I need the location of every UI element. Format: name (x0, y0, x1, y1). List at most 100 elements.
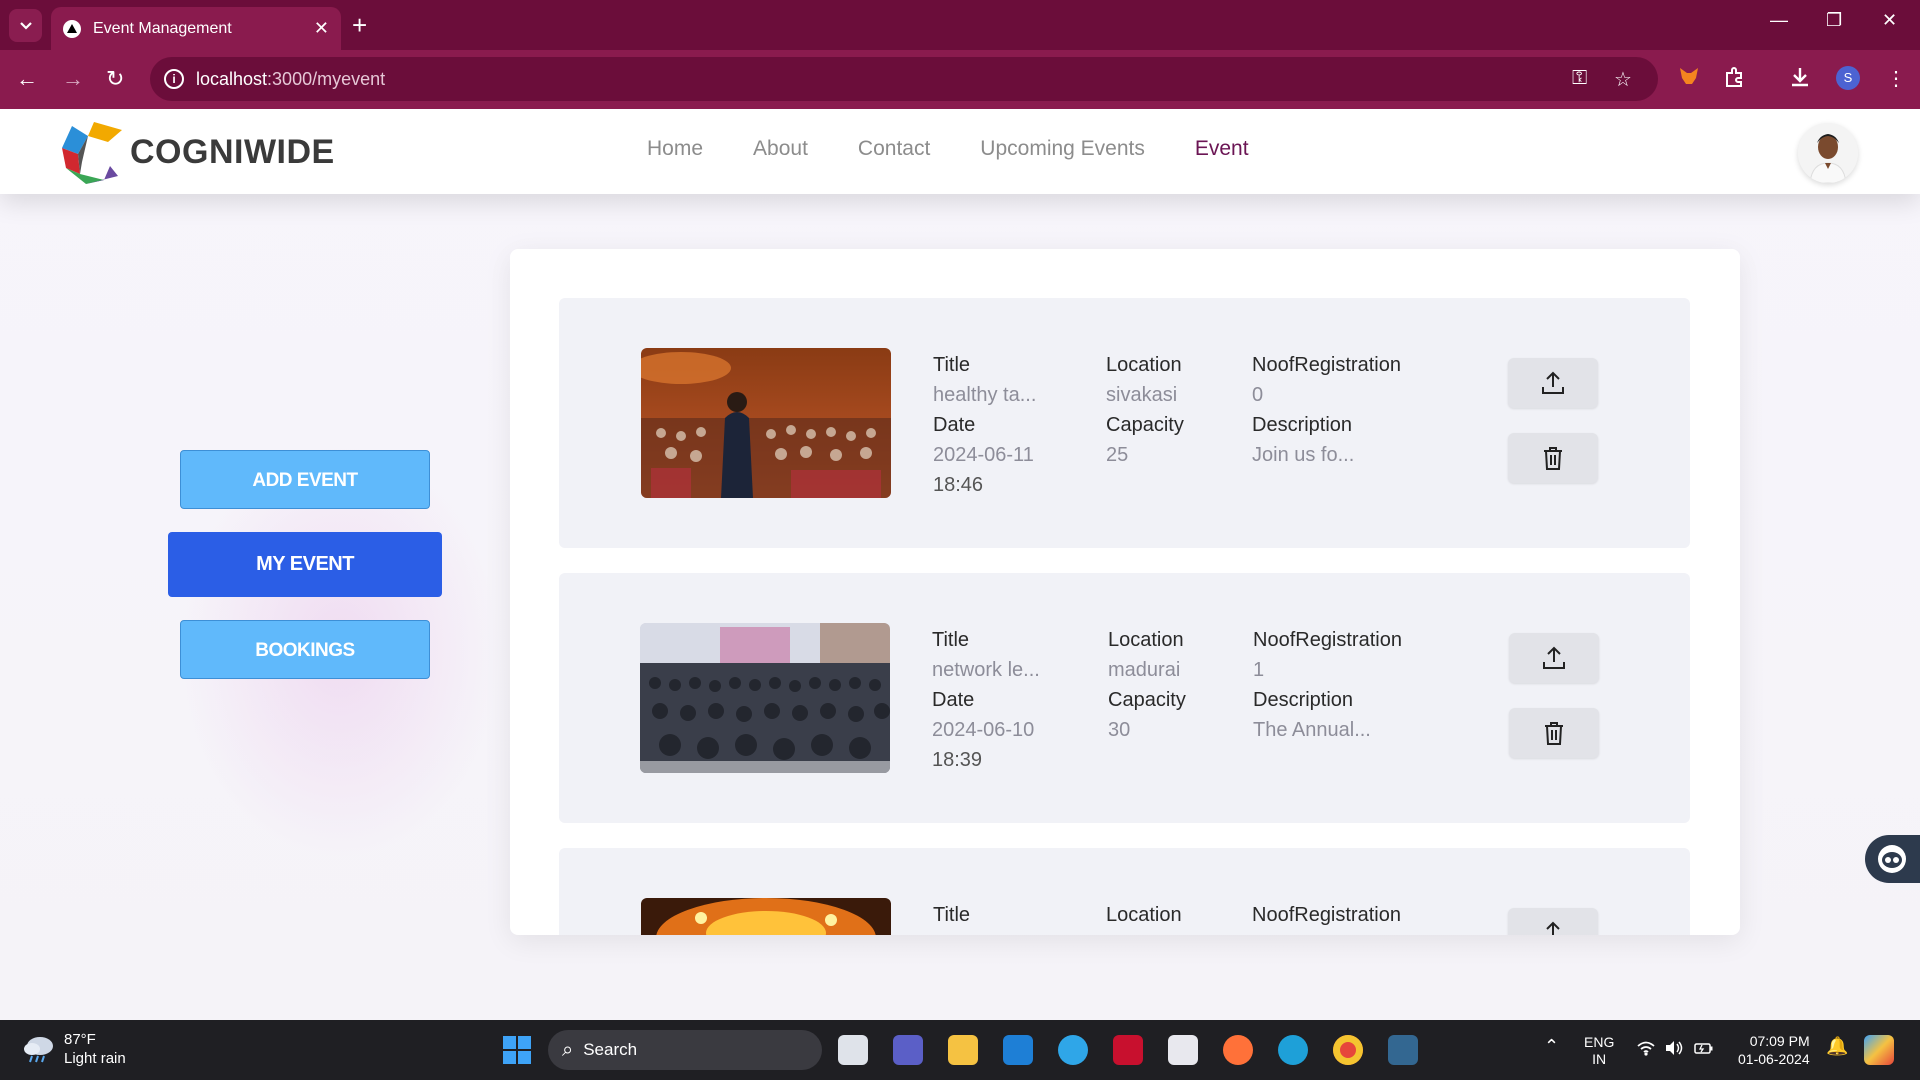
task-view-icon[interactable] (838, 1035, 868, 1065)
event-image (641, 898, 891, 935)
date-label: Date (932, 689, 975, 711)
chevron-down-icon (19, 21, 32, 30)
profile-avatar[interactable]: S (1836, 66, 1860, 90)
events-panel: Title healthy ta... Date 2024-06-11 18:4… (510, 249, 1740, 935)
my-event-button[interactable]: MY EVENT (168, 532, 442, 597)
chrome-icon[interactable] (1333, 1035, 1363, 1065)
date-label: Date (933, 414, 976, 436)
weather-widget[interactable]: 87°F Light rain (22, 1030, 126, 1068)
help-icon[interactable] (1058, 1035, 1088, 1065)
search-icon: ⌕ (562, 1038, 574, 1061)
weather-temp: 87°F (64, 1031, 96, 1048)
edge-icon[interactable] (1278, 1035, 1308, 1065)
window-close-icon[interactable]: ✕ (1882, 10, 1897, 31)
nav-about[interactable]: About (753, 137, 808, 161)
microsoft-store-icon[interactable] (1168, 1035, 1198, 1065)
event-card: Title healthy ta... Date 2024-06-11 18:4… (559, 298, 1690, 548)
taskbar-clock[interactable]: 07:09 PM 01-06-2024 (1738, 1032, 1810, 1068)
menu-kebab-icon[interactable]: ⋮ (1886, 66, 1906, 91)
nav-upcoming-events[interactable]: Upcoming Events (980, 137, 1145, 161)
event-date: 2024-06-10 (932, 719, 1035, 741)
notification-bell-icon[interactable]: 🔔 (1826, 1037, 1848, 1055)
user-avatar[interactable] (1798, 123, 1858, 183)
event-description: Join us fo... (1252, 444, 1355, 466)
nav-event[interactable]: Event (1195, 137, 1249, 161)
logo[interactable]: COGNIWIDE (58, 118, 335, 186)
nav-contact[interactable]: Contact (858, 137, 930, 161)
address-bar[interactable]: i localhost:3000/myevent ⚿ ☆ (150, 57, 1658, 101)
nav-home[interactable]: Home (647, 137, 703, 161)
weather-desc: Light rain (64, 1050, 126, 1067)
url-host: localhost (196, 69, 268, 89)
event-card: Title network le... Date 2024-06-10 18:3… (559, 573, 1690, 823)
event-capacity: 25 (1106, 444, 1129, 466)
windows-taskbar: 87°F Light rain ⌕ Search ⌃ ENG IN 07:09 … (0, 1020, 1920, 1080)
language-indicator[interactable]: ENG IN (1584, 1034, 1614, 1068)
event-capacity: 30 (1108, 719, 1131, 741)
metamask-extension-icon[interactable] (1678, 66, 1700, 92)
description-label: Description (1252, 414, 1353, 436)
title-label: Title (932, 629, 970, 651)
event-image (641, 348, 891, 498)
back-icon[interactable]: ← (16, 67, 38, 91)
start-button[interactable] (503, 1036, 531, 1064)
browser-tab[interactable]: Event Management ✕ (51, 7, 341, 50)
event-location: sivakasi (1106, 384, 1178, 406)
event-title: healthy ta... (933, 384, 1037, 406)
upload-button[interactable] (1508, 358, 1598, 408)
event-registrations: 1 (1253, 659, 1265, 681)
title-label: Title (933, 904, 971, 926)
mcafee-icon[interactable] (1113, 1035, 1143, 1065)
url-text: localhost:3000/myevent (196, 69, 385, 90)
firefox-icon[interactable] (1223, 1035, 1253, 1065)
mysql-workbench-icon[interactable] (1003, 1035, 1033, 1065)
delete-button[interactable] (1508, 433, 1598, 483)
bookmark-star-icon[interactable]: ☆ (1614, 67, 1632, 92)
event-image (640, 623, 890, 773)
trash-icon (1545, 722, 1563, 745)
new-tab-button[interactable]: + (352, 10, 367, 40)
main-nav: Home About Contact Upcoming Events Event (647, 137, 1299, 161)
upload-icon (1543, 646, 1565, 669)
location-label: Location (1106, 904, 1182, 926)
registrations-label: NoofRegistration (1252, 904, 1401, 926)
volume-icon[interactable] (1664, 1040, 1684, 1060)
delete-button[interactable] (1509, 708, 1599, 758)
file-explorer-icon[interactable] (948, 1035, 978, 1065)
chevron-up-icon[interactable]: ⌃ (1544, 1037, 1559, 1055)
chatbot-launcher[interactable] (1865, 835, 1920, 883)
tab-close-icon[interactable]: ✕ (314, 18, 329, 39)
add-event-button[interactable]: ADD EVENT (180, 450, 430, 509)
upload-button[interactable] (1509, 633, 1599, 683)
location-label: Location (1106, 354, 1182, 376)
site-header: COGNIWIDE Home About Contact Upcoming Ev… (0, 109, 1920, 194)
event-time: 18:39 (932, 749, 983, 771)
battery-icon[interactable] (1694, 1040, 1714, 1060)
password-key-icon[interactable]: ⚿ (1572, 67, 1587, 90)
title-label: Title (933, 354, 971, 376)
event-registrations: 0 (1252, 384, 1264, 406)
teams-icon[interactable] (893, 1035, 923, 1065)
location-label: Location (1108, 629, 1184, 651)
forward-icon[interactable]: → (62, 67, 84, 91)
postgresql-icon[interactable] (1388, 1035, 1418, 1065)
copilot-icon[interactable] (1864, 1035, 1894, 1065)
wifi-icon[interactable] (1636, 1040, 1656, 1060)
reload-icon[interactable]: ↻ (106, 67, 124, 91)
tab-title: Event Management (93, 19, 232, 37)
site-info-icon[interactable]: i (164, 69, 184, 89)
extensions-puzzle-icon[interactable] (1724, 66, 1746, 94)
event-date: 2024-06-11 (933, 444, 1034, 466)
event-time: 18:46 (933, 474, 984, 496)
restore-icon[interactable]: ❐ (1826, 10, 1842, 31)
event-description: The Annual... (1253, 719, 1371, 741)
tab-search-button[interactable] (9, 9, 42, 42)
download-icon[interactable] (1790, 66, 1810, 94)
capacity-label: Capacity (1108, 689, 1186, 711)
bookings-button[interactable]: BOOKINGS (180, 620, 430, 679)
registrations-label: NoofRegistration (1253, 629, 1402, 651)
taskbar-search[interactable]: ⌕ Search (548, 1030, 822, 1070)
url-path: :3000/myevent (267, 69, 386, 89)
upload-button[interactable] (1508, 908, 1598, 935)
minimize-icon[interactable]: — (1770, 10, 1788, 31)
